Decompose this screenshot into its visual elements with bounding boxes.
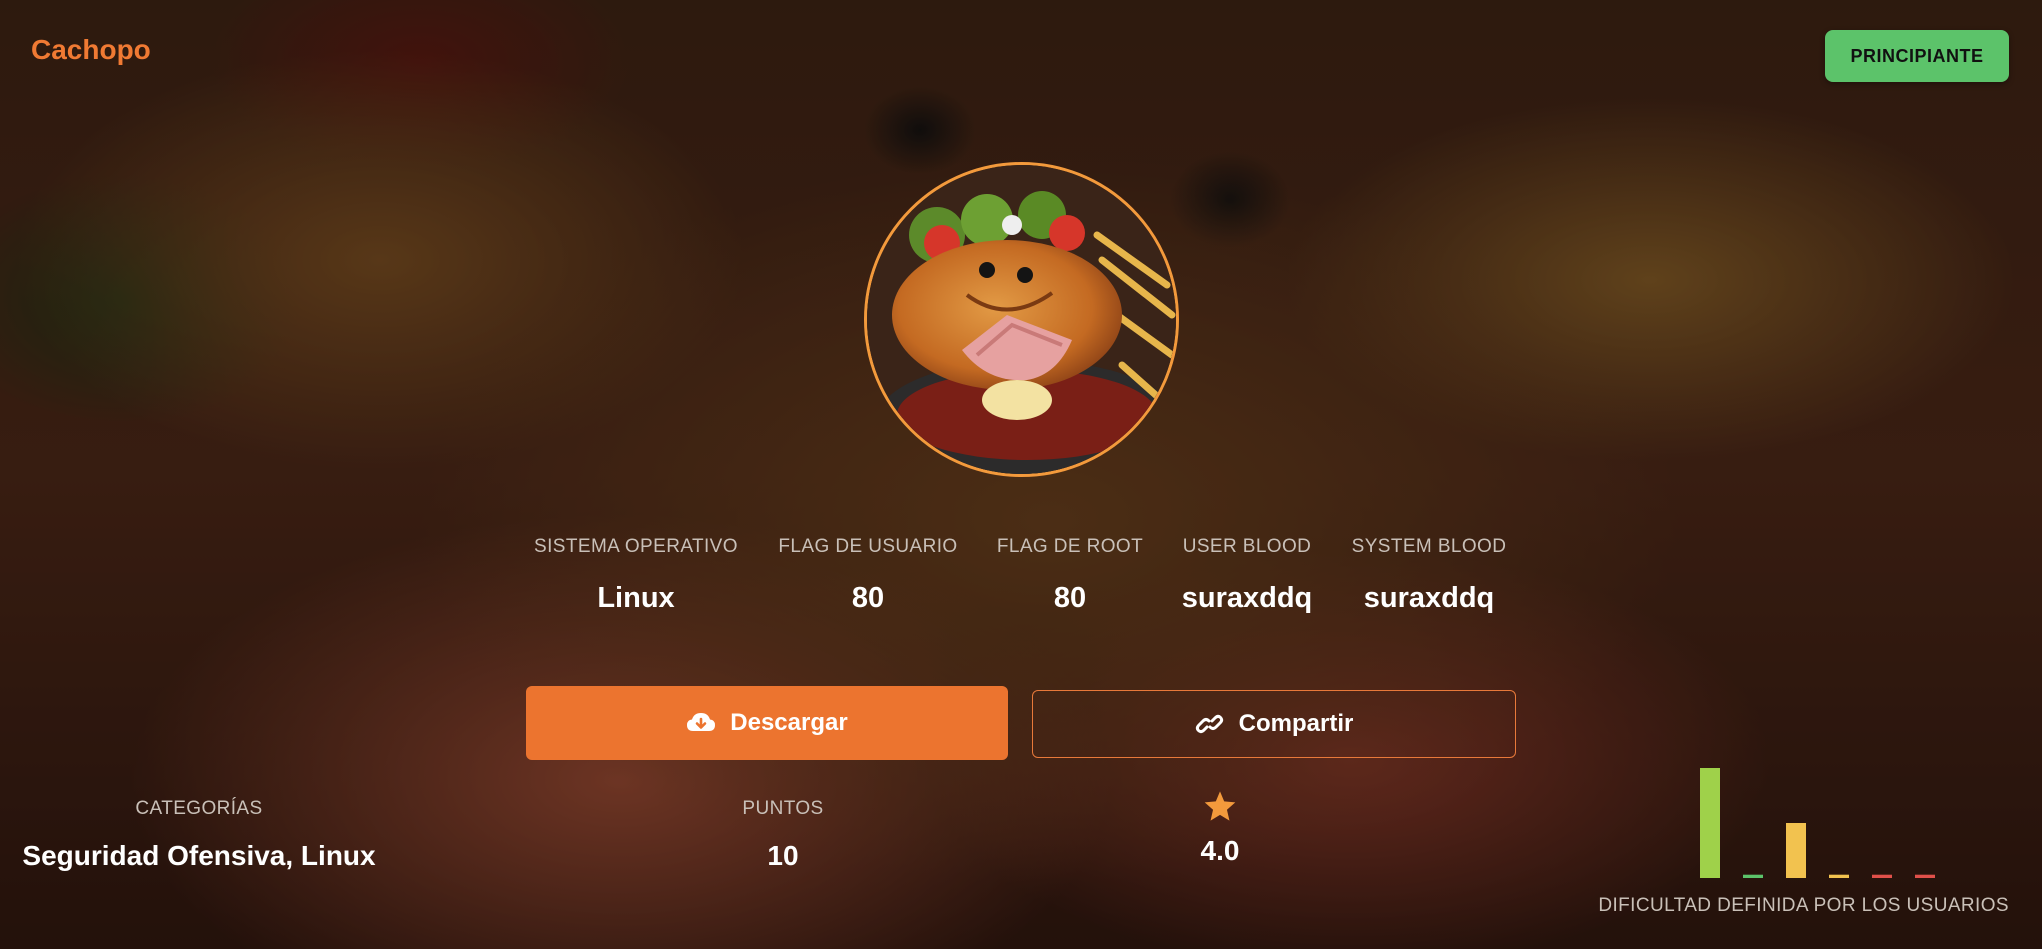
share-button[interactable]: Compartir (1032, 690, 1516, 758)
stat-value: suraxddq (1181, 582, 1313, 614)
categories-label: CATEGORÍAS (135, 798, 263, 819)
stat-system-blood: SYSTEM BLOOD suraxddq (1346, 536, 1512, 615)
difficulty-bar (1829, 874, 1849, 878)
cachopo-plate-image (867, 165, 1176, 474)
rating-block: 4.0 (1180, 790, 1260, 867)
difficulty-chart (1700, 768, 1935, 878)
stat-label: FLAG DE ROOT (996, 536, 1144, 557)
categories-value: Seguridad Ofensiva, Linux (22, 840, 376, 871)
machine-title: Cachopo (31, 34, 151, 65)
points-block: PUNTOS 10 (700, 798, 866, 872)
stat-label: FLAG DE USUARIO (778, 536, 958, 557)
machine-avatar (864, 162, 1179, 477)
cloud-download-icon (687, 713, 716, 731)
difficulty-bar (1700, 768, 1720, 878)
difficulty-caption: DIFICULTAD DEFINIDA POR LOS USUARIOS (1598, 895, 2009, 916)
difficulty-bar (1915, 874, 1935, 878)
stat-value: 80 (1053, 582, 1087, 614)
categories-block: CATEGORÍAS Seguridad Ofensiva, Linux (20, 798, 378, 872)
points-value: 10 (767, 840, 799, 871)
stat-user-blood: USER BLOOD suraxddq (1174, 536, 1320, 615)
stat-label: SYSTEM BLOOD (1351, 536, 1507, 557)
stat-os: SISTEMA OPERATIVO Linux (530, 536, 742, 615)
download-button[interactable]: Descargar (526, 686, 1008, 760)
stat-user-flag: FLAG DE USUARIO 80 (778, 536, 958, 615)
difficulty-bar (1872, 874, 1892, 878)
difficulty-level-badge[interactable]: PRINCIPIANTE (1825, 30, 2009, 82)
star-icon (1204, 791, 1236, 821)
difficulty-bar (1786, 823, 1806, 878)
stat-root-flag: FLAG DE ROOT 80 (993, 536, 1147, 615)
rating-value: 4.0 (1200, 835, 1240, 866)
stat-label: SISTEMA OPERATIVO (534, 536, 738, 557)
difficulty-bar (1743, 874, 1763, 878)
share-label: Compartir (1238, 710, 1354, 737)
download-label: Descargar (730, 709, 848, 736)
points-label: PUNTOS (742, 798, 824, 819)
stat-label: USER BLOOD (1182, 536, 1312, 557)
stat-value: suraxddq (1363, 582, 1495, 614)
stat-value: 80 (851, 582, 885, 614)
stat-value: Linux (597, 582, 675, 614)
link-icon (1195, 714, 1223, 734)
